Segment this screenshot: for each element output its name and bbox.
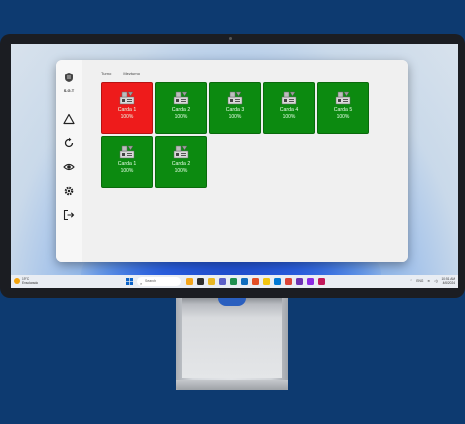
sidebar: S.G.T: [56, 60, 82, 262]
app-logo: S.G.T: [62, 69, 76, 93]
sun-icon: [14, 278, 20, 284]
visual-studio-icon[interactable]: [296, 278, 303, 285]
wifi-icon[interactable]: ≋: [427, 279, 430, 283]
edge-icon[interactable]: [241, 278, 248, 285]
card-percent: 100%: [228, 114, 242, 120]
gear-icon[interactable]: [63, 184, 75, 196]
carding-machine-icon: [335, 91, 351, 105]
machine-card[interactable]: Carda 2 100%: [155, 82, 207, 134]
card-percent: 100%: [120, 168, 134, 174]
card-name: Carda 3: [225, 107, 245, 113]
card-name: Carda 1: [117, 107, 137, 113]
chevron-up-icon[interactable]: ⌃: [410, 279, 413, 283]
search-placeholder: Search: [145, 279, 157, 283]
shield-logo-icon: [65, 73, 73, 82]
machine-card[interactable]: Carda 4 100%: [263, 82, 315, 134]
eye-icon[interactable]: [63, 160, 75, 172]
stand-base: [176, 380, 288, 390]
folder-icon[interactable]: [208, 278, 215, 285]
vscode-icon[interactable]: [274, 278, 281, 285]
shift-tabs: Turno Mezturno: [101, 71, 140, 76]
card-percent: 100%: [282, 114, 296, 120]
card-percent: 100%: [120, 114, 134, 120]
windows-taskbar: 19°C Ensolarado ⌕ Search ⌃ ENG ≋ ◁) 10:5…: [11, 275, 458, 288]
carding-machine-icon: [173, 91, 189, 105]
language-indicator[interactable]: ENG: [416, 279, 423, 283]
card-percent: 100%: [174, 168, 188, 174]
search-icon: ⌕: [140, 281, 143, 286]
desktop-screen: S.G.T — ▢: [11, 44, 458, 288]
carding-machine-icon: [227, 91, 243, 105]
machine-card[interactable]: Carda 1 100%: [101, 136, 153, 188]
refresh-icon[interactable]: [63, 136, 75, 148]
machine-card[interactable]: Carda 5 100%: [317, 82, 369, 134]
card-name: Carda 5: [333, 107, 353, 113]
weather-widget[interactable]: 19°C Ensolarado: [14, 277, 38, 285]
weather-condition: Ensolarado: [22, 281, 39, 285]
windows-start-icon[interactable]: [126, 278, 133, 285]
tab-turno[interactable]: Turno: [101, 71, 111, 76]
volume-icon[interactable]: ◁): [434, 279, 438, 283]
carding-machine-icon: [119, 145, 135, 159]
machine-card[interactable]: Carda 1 100%: [101, 82, 153, 134]
logo-text: S.G.T: [63, 88, 75, 93]
carding-machine-icon: [173, 145, 189, 159]
card-name: Carda 2: [171, 161, 191, 167]
webcam: [229, 37, 232, 40]
taskbar-app-icon[interactable]: [263, 278, 270, 285]
stand-hinge: [218, 298, 246, 306]
warning-triangle-icon[interactable]: [63, 112, 75, 125]
chrome-icon[interactable]: [285, 278, 292, 285]
app-window: S.G.T — ▢: [56, 60, 408, 262]
carding-machine-icon: [119, 91, 135, 105]
stand-face: [182, 298, 282, 378]
clock[interactable]: 10:51 AM 4/6/2024: [442, 277, 455, 285]
taskbar-app-icon[interactable]: [230, 278, 237, 285]
taskbar-app-icon[interactable]: [307, 278, 314, 285]
card-name: Carda 2: [171, 107, 191, 113]
machine-card[interactable]: Carda 2 100%: [155, 136, 207, 188]
card-percent: 100%: [336, 114, 350, 120]
teams-icon[interactable]: [219, 278, 226, 285]
main-content: Turno Mezturno Carda 1 100% Carda 2 100% Car…: [82, 60, 408, 262]
carding-machine-icon: [281, 91, 297, 105]
system-tray: ⌃ ENG ≋ ◁) 10:51 AM 4/6/2024: [410, 277, 455, 285]
card-percent: 100%: [174, 114, 188, 120]
taskbar-app-icon[interactable]: [318, 278, 325, 285]
monitor: S.G.T — ▢: [0, 34, 465, 298]
card-name: Carda 1: [117, 161, 137, 167]
machine-card[interactable]: Carda 3 100%: [209, 82, 261, 134]
logout-icon[interactable]: [63, 208, 75, 221]
clock-date: 4/6/2024: [442, 281, 455, 285]
card-name: Carda 4: [279, 107, 299, 113]
tab-mezturno[interactable]: Mezturno: [123, 71, 140, 76]
taskbar-app-icon[interactable]: [252, 278, 259, 285]
taskbar-search[interactable]: ⌕ Search: [137, 277, 181, 286]
taskbar-app-icon[interactable]: [186, 278, 193, 285]
taskbar-app-icon[interactable]: [197, 278, 204, 285]
